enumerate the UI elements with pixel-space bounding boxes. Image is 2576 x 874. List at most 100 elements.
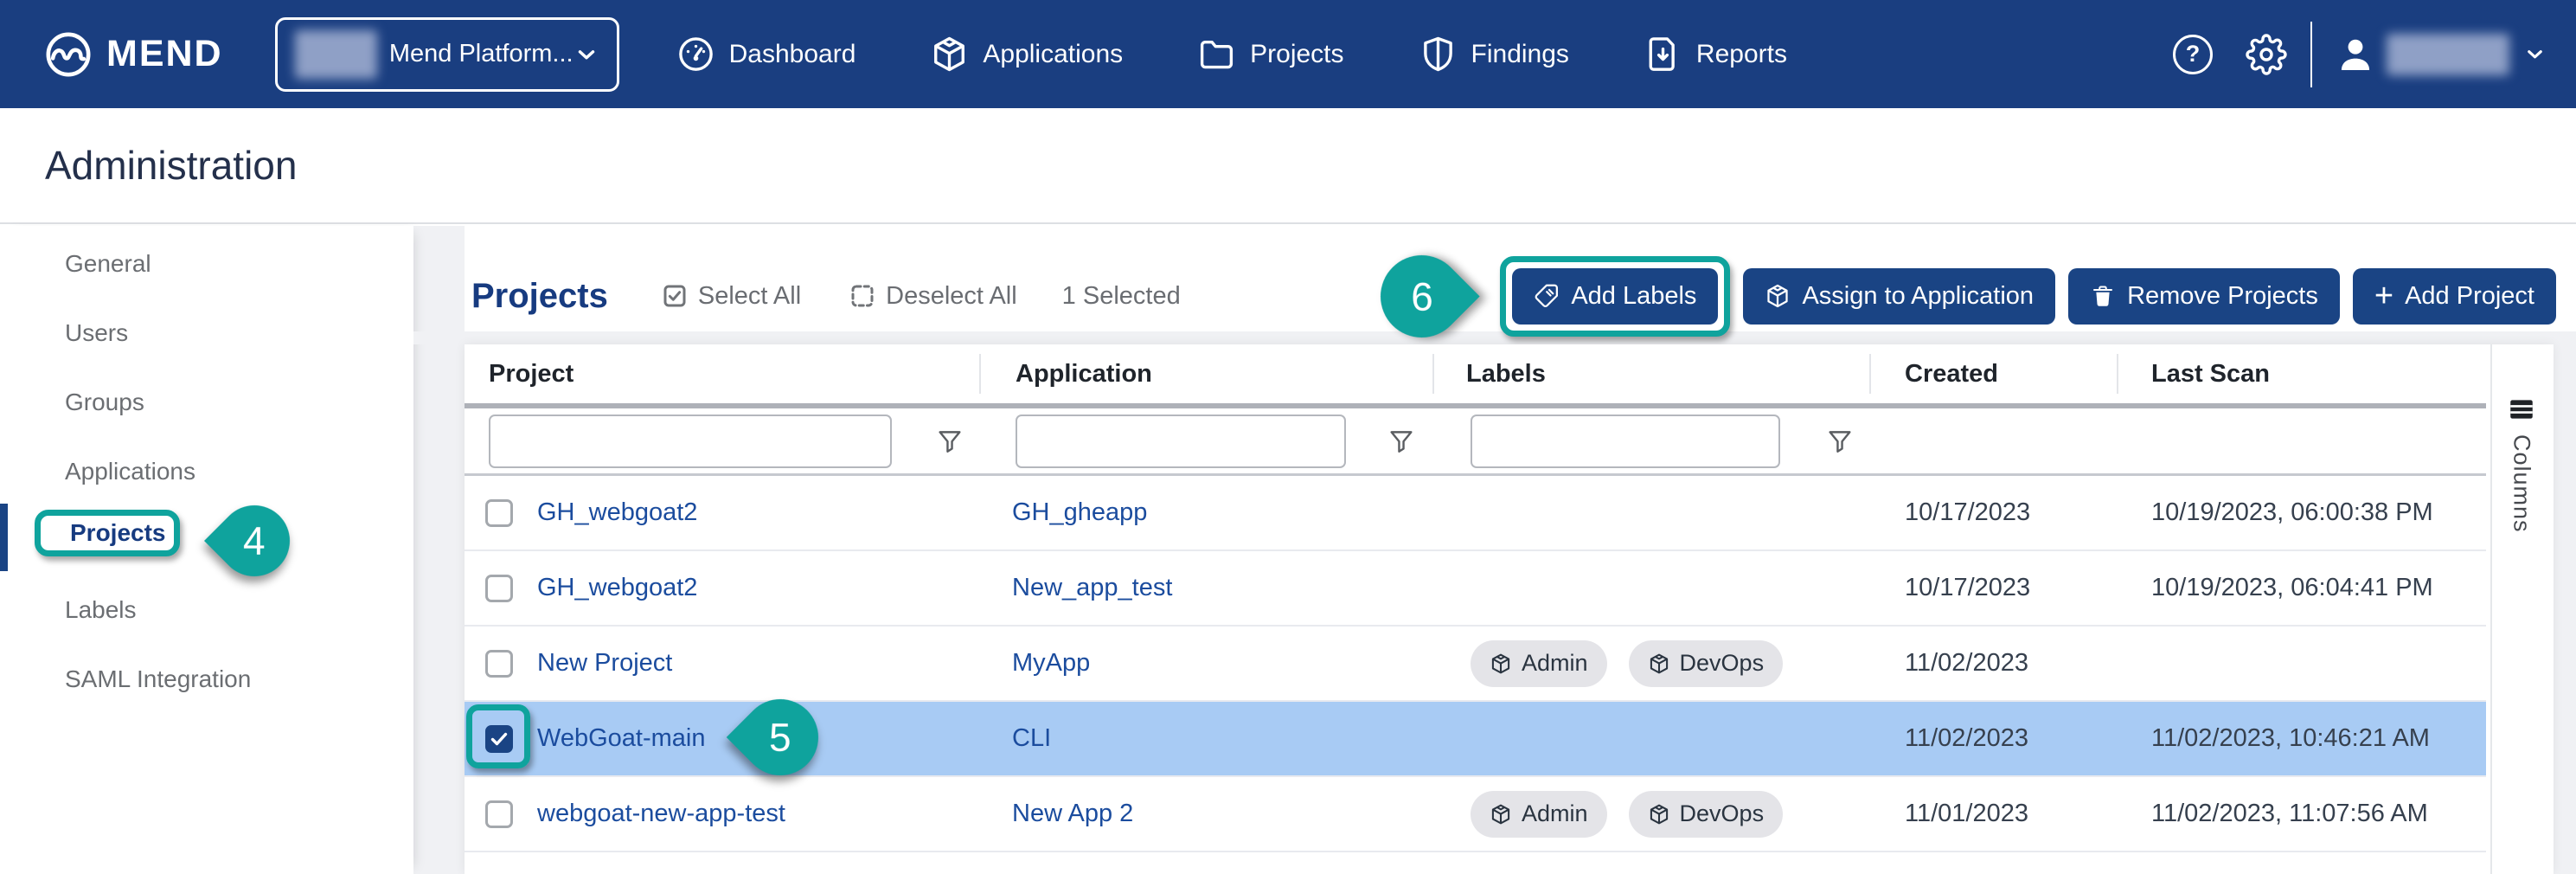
org-selector-label: Mend Platform... [389, 40, 574, 68]
nav-item-dashboard[interactable]: Dashboard [676, 35, 856, 74]
nav-right: ? [2173, 22, 2559, 87]
columns-strip-divider [2490, 344, 2492, 874]
filter-icon[interactable] [1387, 427, 1416, 456]
deselect-all-button[interactable]: Deselect All [849, 282, 1017, 311]
brand-text: MEND [106, 33, 223, 75]
project-link[interactable]: GH_webgoat2 [537, 498, 697, 527]
checkbox-dashed-outline-icon [849, 283, 875, 309]
filter-icon[interactable] [1825, 427, 1855, 456]
user-menu-chevron-down-icon[interactable] [2523, 42, 2547, 66]
table-row[interactable]: GH_webgoat2 New_app_test 10/17/2023 10/1… [465, 551, 2486, 627]
project-link[interactable]: webgoat-new-app-test [537, 800, 785, 828]
annotation-highlight-add-labels: Add Labels [1500, 256, 1730, 337]
sidebar-item-labels[interactable]: Labels [0, 575, 413, 645]
row-checkbox[interactable] [485, 499, 513, 527]
user-avatar-icon[interactable] [2336, 35, 2375, 74]
admin-sidebar: General Users Groups Applications Labels… [0, 226, 413, 874]
sidebar-item-general[interactable]: General [0, 229, 413, 299]
cube-icon [1765, 283, 1791, 309]
nav-item-applications[interactable]: Applications [930, 35, 1123, 74]
row-checkbox[interactable] [485, 650, 513, 678]
application-link[interactable]: MyApp [1012, 649, 1090, 678]
project-filter-input[interactable] [489, 415, 892, 468]
report-document-icon [1644, 35, 1682, 74]
filter-icon[interactable] [935, 427, 964, 456]
top-nav: MEND Mend Platform... Dashboard Appl [0, 0, 2576, 108]
column-header-labels[interactable]: Labels [1432, 344, 1869, 403]
add-project-button[interactable]: + Add Project [2353, 268, 2556, 325]
page-header: Administration [0, 108, 2576, 224]
cube-icon [930, 35, 969, 74]
shield-icon [1419, 35, 1458, 74]
last-scan-date: 10/19/2023, 06:00:38 PM [2117, 476, 2486, 549]
columns-control[interactable]: Columns [2499, 395, 2544, 533]
table-row[interactable]: New Project MyApp Admin [465, 627, 2486, 702]
cube-icon [1490, 652, 1512, 675]
table-row[interactable]: webgoat-new-app-test New App 2 Admin [465, 777, 2486, 852]
table-row-selected[interactable]: WebGoat-main CLI 11/02/2023 11/02/2023, … [465, 702, 2486, 777]
help-icon[interactable]: ? [2173, 35, 2213, 74]
table-columns-icon [2507, 395, 2536, 424]
nav-item-projects[interactable]: Projects [1197, 35, 1343, 74]
annotation-highlight-projects: Projects [35, 510, 180, 556]
sidebar-item-users[interactable]: Users [0, 299, 413, 368]
column-header-created[interactable]: Created [1869, 344, 2117, 403]
add-labels-button[interactable]: Add Labels [1512, 268, 1718, 325]
column-header-project[interactable]: Project [465, 344, 979, 403]
row-checkbox[interactable] [485, 800, 513, 828]
project-link[interactable]: GH_webgoat2 [537, 574, 697, 602]
columns-control-label: Columns [2509, 434, 2535, 533]
tag-icon [1534, 283, 1560, 309]
created-date: 10/17/2023 [1869, 551, 2117, 625]
table-header-row: Project Application Labels Created Last … [465, 344, 2486, 403]
row-checkbox[interactable] [485, 575, 513, 602]
nav-divider [2310, 22, 2312, 87]
toolbar-buttons: 6 Add Labels [1381, 255, 2556, 337]
org-selector[interactable]: Mend Platform... [275, 17, 619, 92]
labels-filter-input[interactable] [1471, 415, 1780, 468]
nav-item-label: Applications [983, 40, 1123, 69]
annotation-step-6-marker: 6 [1364, 238, 1480, 354]
projects-heading: Projects [471, 277, 608, 316]
application-link[interactable]: CLI [1012, 724, 1051, 753]
sidebar-item-saml-integration[interactable]: SAML Integration [0, 645, 413, 714]
selected-count: 1 Selected [1062, 282, 1181, 311]
project-link[interactable]: New Project [537, 649, 672, 678]
projects-toolbar: Projects Select All Deselect All 1 Selec… [465, 226, 2576, 331]
application-link[interactable]: New App 2 [1012, 800, 1133, 828]
nav-item-reports[interactable]: Reports [1644, 35, 1787, 74]
sidebar-item-groups[interactable]: Groups [0, 368, 413, 437]
assign-to-application-button[interactable]: Assign to Application [1743, 268, 2055, 325]
folder-icon [1197, 35, 1236, 74]
nav-item-label: Findings [1471, 40, 1569, 69]
application-link[interactable]: GH_gheapp [1012, 498, 1147, 527]
trash-icon [2090, 283, 2116, 309]
application-link[interactable]: New_app_test [1012, 574, 1172, 602]
label-chip: DevOps [1629, 640, 1784, 687]
table-filter-row [465, 408, 2486, 476]
project-link[interactable]: WebGoat-main [537, 724, 706, 753]
mend-logo: MEND [43, 29, 223, 80]
remove-projects-button[interactable]: Remove Projects [2068, 268, 2340, 325]
sidebar-item-applications[interactable]: Applications [0, 437, 413, 506]
created-date: 10/17/2023 [1869, 476, 2117, 549]
last-scan-date: 10/19/2023, 06:04:41 PM [2117, 551, 2486, 625]
gear-icon[interactable] [2246, 34, 2287, 75]
label-chip: Admin [1471, 791, 1607, 838]
column-header-last-scan[interactable]: Last Scan [2117, 344, 2486, 403]
created-date: 11/01/2023 [1869, 777, 2117, 851]
background-gap [413, 226, 465, 874]
nav-item-findings[interactable]: Findings [1419, 35, 1569, 74]
last-scan-date: 11/02/2023, 10:46:21 AM [2117, 702, 2486, 775]
plus-icon: + [2374, 283, 2393, 309]
application-filter-input[interactable] [1016, 415, 1346, 468]
last-scan-date [2117, 627, 2486, 700]
column-header-application[interactable]: Application [979, 344, 1432, 403]
select-all-button[interactable]: Select All [662, 282, 801, 311]
chevron-down-icon [574, 42, 599, 67]
checkbox-checked-outline-icon [662, 283, 688, 309]
label-chip: Admin [1471, 640, 1607, 687]
mend-logo-icon [43, 29, 93, 80]
cube-icon [1648, 803, 1670, 826]
table-row[interactable]: GH_webgoat2 GH_gheapp 10/17/2023 10/19/2… [465, 476, 2486, 551]
